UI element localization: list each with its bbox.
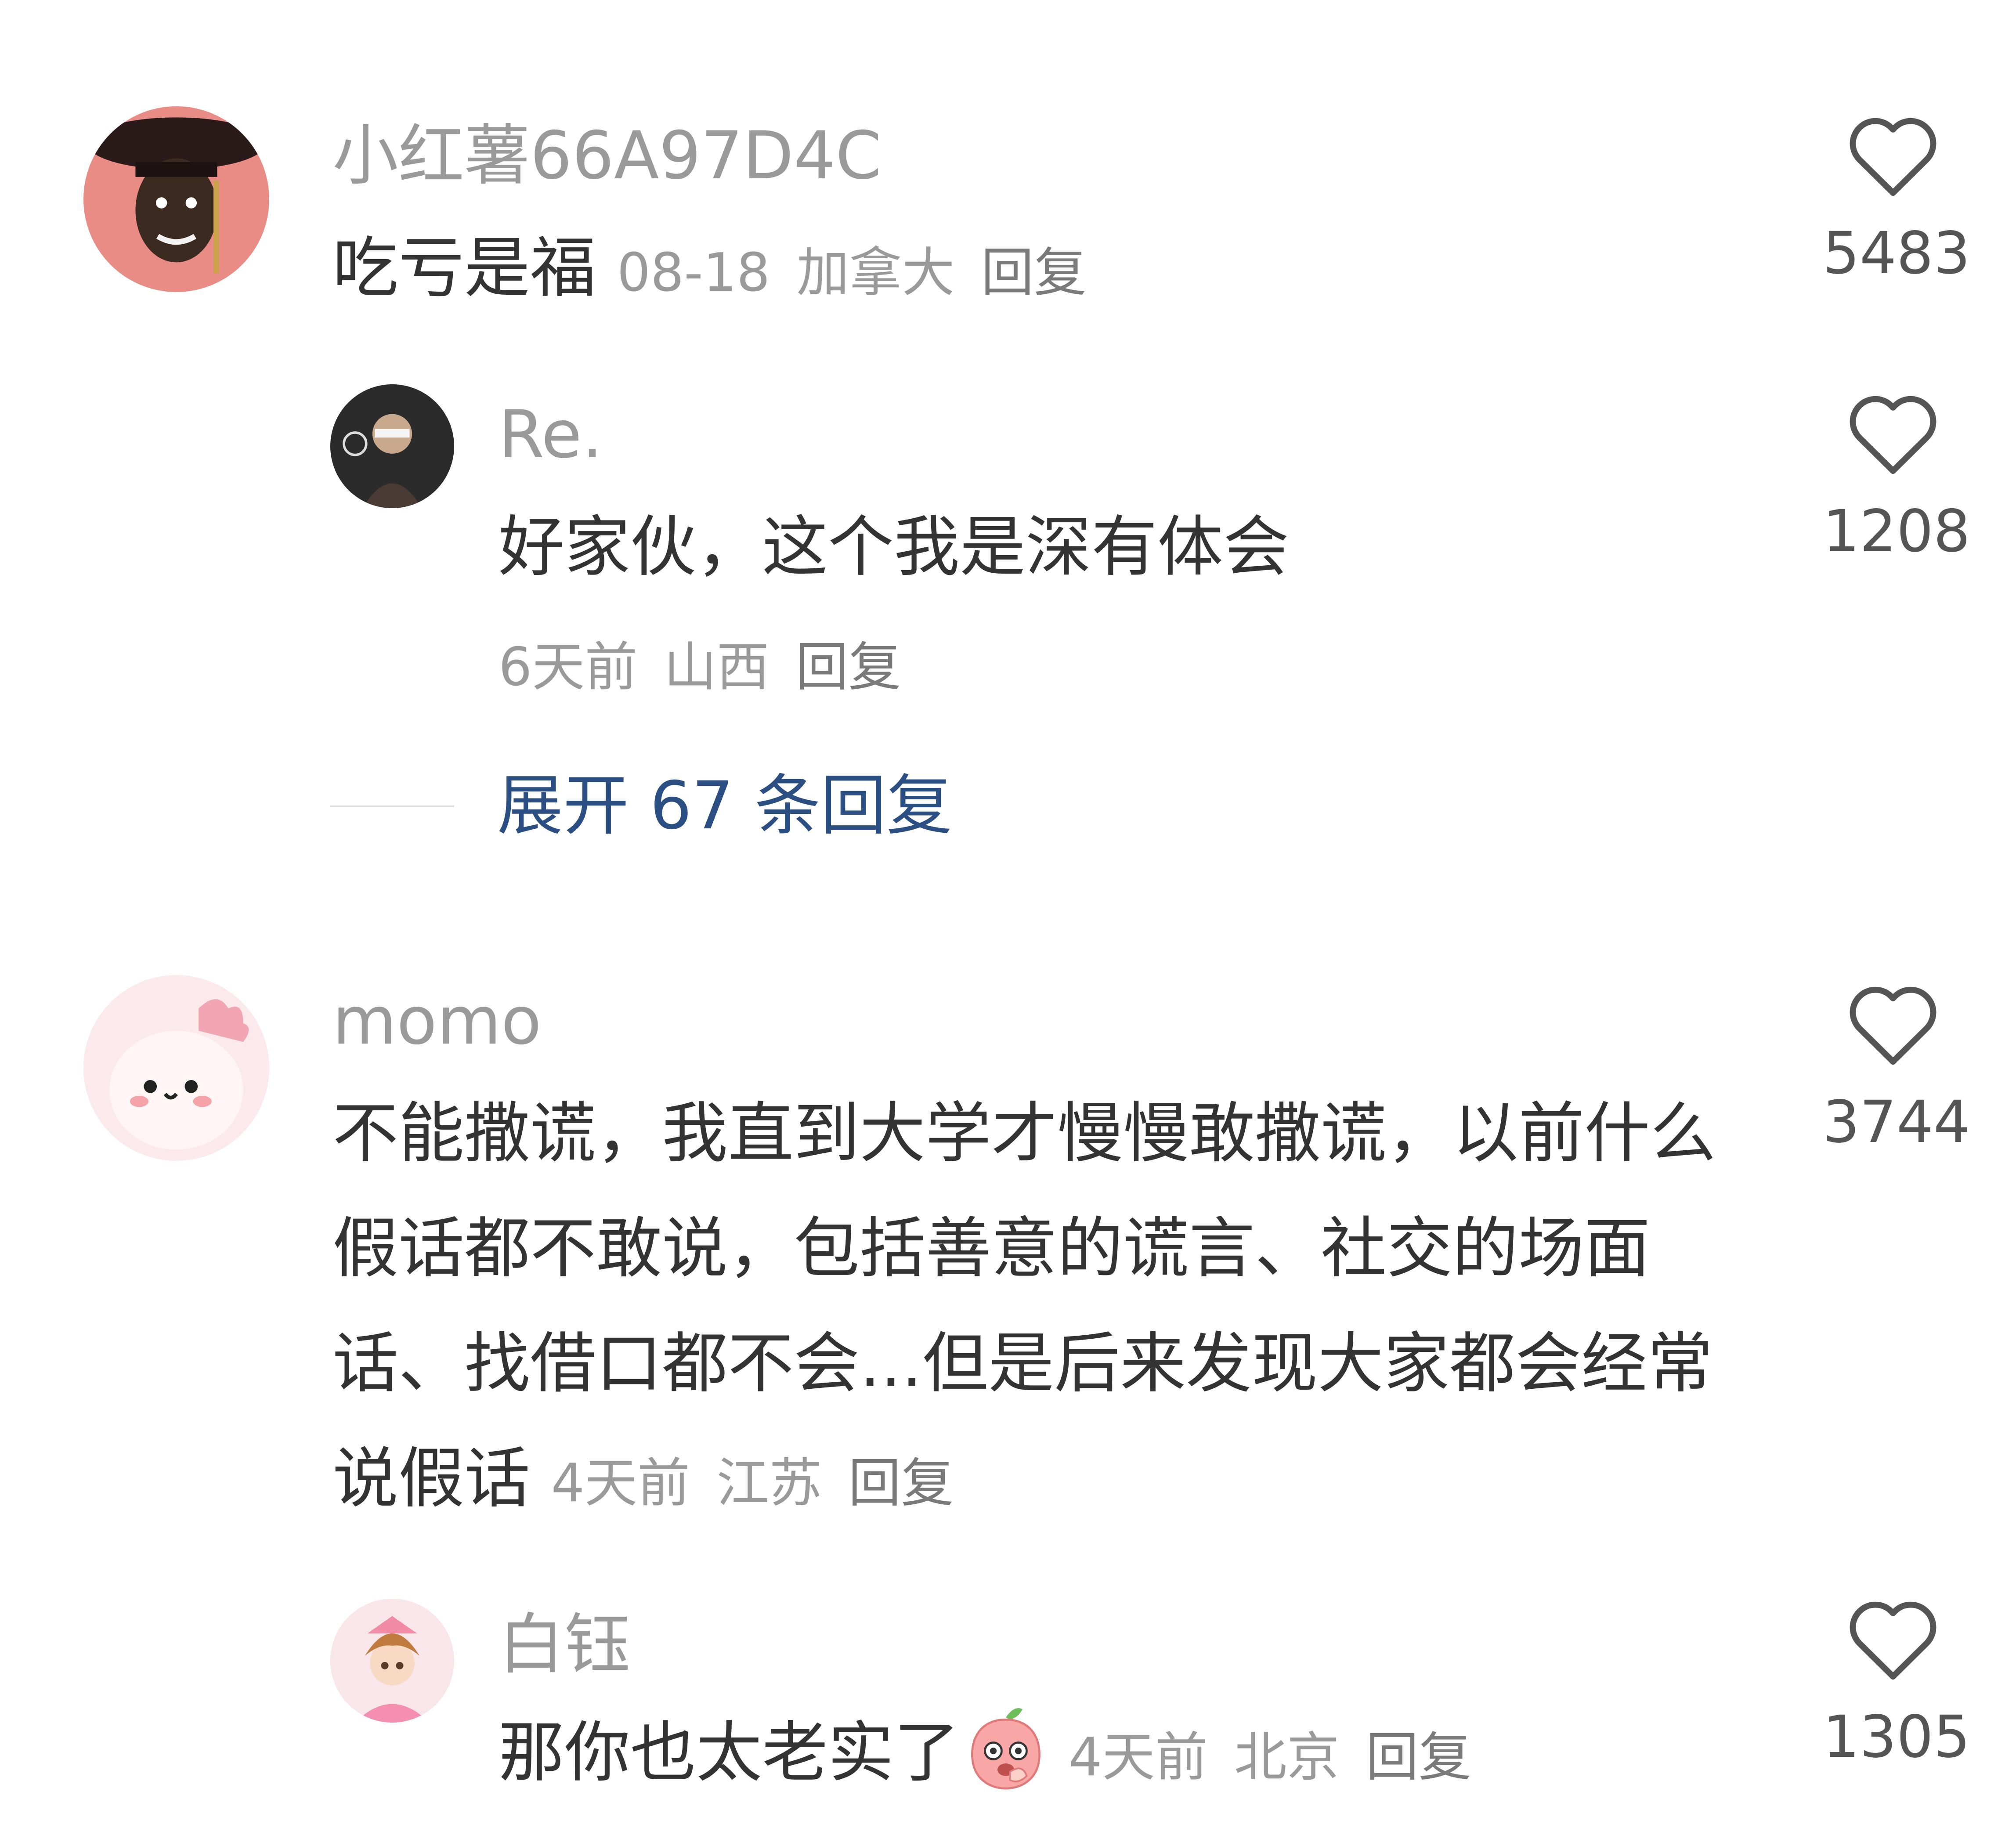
reply-time: 6天前 — [499, 637, 638, 698]
like-button[interactable]: 5483 — [1823, 115, 1970, 287]
like-button[interactable]: 1305 — [1823, 1599, 1970, 1771]
like-count: 1208 — [1823, 498, 1970, 565]
reply-meta: 4天前 北京 回复 — [1052, 1727, 1481, 1788]
heart-icon — [1850, 396, 1937, 474]
reply-body: 那你也太老实了 — [499, 1715, 960, 1791]
comment-thread: 小红薯66A97D4C 吃亏是福 08-18 加拿大 回复 5483 Re. 好… — [0, 0, 2016, 1819]
reply-time: 4天前 — [1069, 1727, 1208, 1788]
comment-meta: 08-18 加拿大 回复 — [617, 242, 1096, 303]
comment-time: 4天前 — [551, 1453, 690, 1514]
comment-text: 吃亏是福 08-18 加拿大 回复 — [332, 211, 1782, 331]
comment-location: 加拿大 — [796, 242, 955, 303]
reply-button[interactable]: 回复 — [796, 637, 901, 698]
heart-icon — [1850, 1601, 1937, 1680]
like-button[interactable]: 1208 — [1823, 393, 1970, 565]
reply-location: 北京 — [1234, 1727, 1340, 1788]
comment-body: 不能撒谎，我直到大学才慢慢敢撒谎，以前什么假话都不敢说，包括善意的谎言、社交的场… — [332, 1095, 1716, 1517]
like-button[interactable]: 3744 — [1823, 984, 1970, 1156]
user-avatar[interactable] — [83, 106, 269, 292]
user-avatar[interactable] — [330, 1599, 454, 1723]
reply-meta: 6天前 山西 回复 — [499, 630, 911, 705]
comment-meta: 4天前 江苏 回复 — [551, 1453, 964, 1514]
user-avatar[interactable] — [330, 384, 454, 508]
reply-button[interactable]: 回复 — [981, 242, 1087, 303]
reply-text: 好家伙，这个我是深有体会 — [499, 509, 1290, 585]
comment-text: 不能撒谎，我直到大学才慢慢敢撒谎，以前什么假话都不敢说，包括善意的谎言、社交的场… — [332, 1076, 1738, 1541]
like-count: 3744 — [1823, 1088, 1970, 1156]
comment-author[interactable]: 小红薯66A97D4C — [332, 119, 882, 193]
comment-time: 08-18 — [617, 242, 770, 303]
reply-author[interactable]: 白钰 — [499, 1608, 630, 1682]
user-avatar[interactable] — [83, 975, 269, 1161]
heart-icon — [1850, 118, 1937, 196]
divider — [330, 806, 454, 807]
reply-author[interactable]: Re. — [499, 397, 603, 472]
reply-text: 那你也太老实了 4天前 北京 回复 — [499, 1695, 1772, 1815]
reply-location: 山西 — [664, 637, 770, 698]
like-count: 1305 — [1823, 1703, 1970, 1771]
like-count: 5483 — [1823, 220, 1970, 287]
peach-emoji-icon — [964, 1701, 1048, 1793]
expand-replies-button[interactable]: 展开 67 条回复 — [497, 769, 952, 843]
reply-button[interactable]: 回复 — [848, 1453, 954, 1514]
comment-body: 吃亏是福 — [332, 230, 596, 307]
comment-location: 江苏 — [716, 1453, 822, 1514]
heart-icon — [1850, 986, 1937, 1065]
reply-button[interactable]: 回复 — [1366, 1727, 1471, 1788]
comment-author[interactable]: momo — [332, 984, 542, 1059]
